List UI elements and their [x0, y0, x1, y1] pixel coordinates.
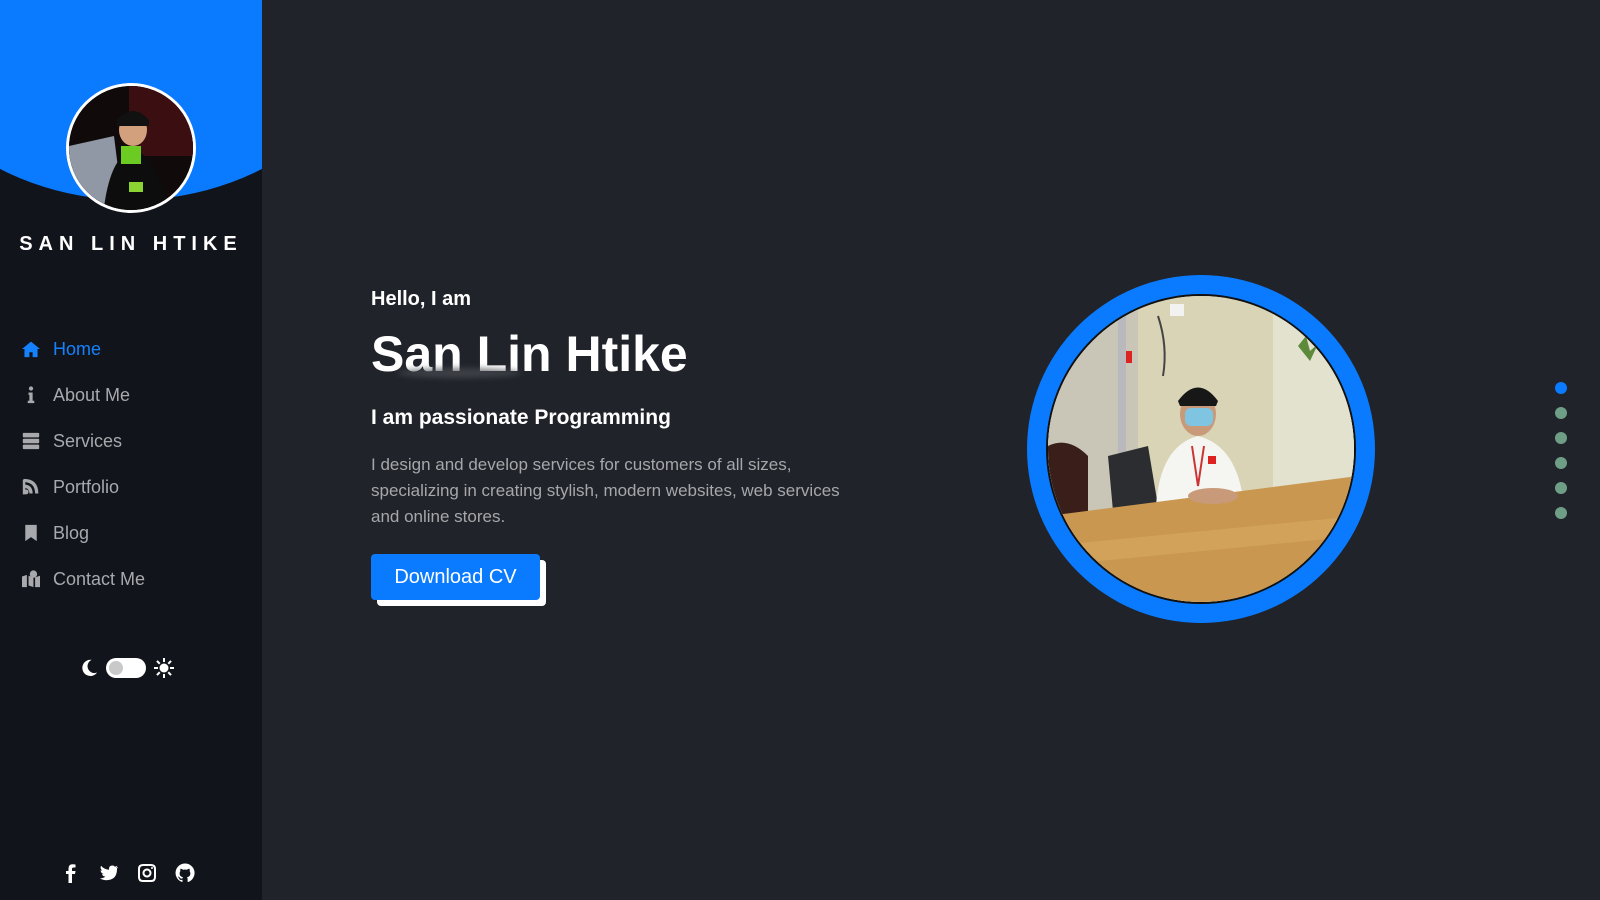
hero-tagline: I am passionate Programming — [371, 406, 671, 429]
info-icon — [20, 385, 42, 405]
moon-icon — [82, 659, 98, 677]
portrait-frame — [1027, 275, 1375, 623]
server-icon — [20, 431, 42, 451]
nav-item-services[interactable]: Services — [20, 418, 145, 464]
instagram-icon[interactable] — [136, 862, 158, 884]
twitter-icon[interactable] — [98, 862, 120, 884]
page-dot-1[interactable] — [1555, 382, 1567, 394]
theme-toggle — [80, 658, 174, 678]
nav-item-home[interactable]: Home — [20, 326, 145, 372]
nav-item-about[interactable]: About Me — [20, 372, 145, 418]
brand-title: SAN LIN HTIKE — [19, 233, 243, 255]
sidebar: SAN LIN HTIKE Home About Me Services Por… — [0, 0, 262, 900]
page-dot-5[interactable] — [1555, 482, 1567, 494]
social-links — [60, 862, 196, 884]
sidebar-nav: Home About Me Services Portfolio Blog Co… — [20, 326, 145, 602]
portrait-photo — [1046, 294, 1356, 604]
nav-label-home: Home — [53, 338, 102, 359]
page-indicator — [1555, 382, 1567, 519]
nav-item-contact[interactable]: Contact Me — [20, 556, 145, 602]
nav-label-blog: Blog — [53, 522, 90, 543]
nav-item-portfolio[interactable]: Portfolio — [20, 464, 145, 510]
blog-icon — [20, 477, 42, 497]
avatar — [66, 83, 196, 213]
bookmark-icon — [20, 523, 42, 543]
facebook-icon[interactable] — [60, 862, 82, 884]
home-icon — [20, 339, 42, 359]
github-icon[interactable] — [174, 862, 196, 884]
page-dot-6[interactable] — [1555, 507, 1567, 519]
hero-description: I design and develop services for custom… — [371, 455, 840, 526]
button-glow — [397, 368, 521, 378]
nav-label-portfolio: Portfolio — [53, 476, 120, 497]
nav-label-about: About Me — [53, 384, 131, 405]
nav-label-services: Services — [53, 430, 123, 451]
nav-item-blog[interactable]: Blog — [20, 510, 145, 556]
hero-section: Hello, I am San Lin Htike I am passionat… — [371, 288, 891, 606]
download-cv-wrapper: Download CV — [371, 554, 546, 606]
map-marked-icon — [20, 569, 42, 589]
hero-greeting: Hello, I am — [371, 288, 472, 310]
download-cv-button[interactable]: Download CV — [371, 554, 540, 600]
nav-label-contact: Contact Me — [53, 568, 146, 589]
page-dot-2[interactable] — [1555, 407, 1567, 419]
page-dot-4[interactable] — [1555, 457, 1567, 469]
page-dot-3[interactable] — [1555, 432, 1567, 444]
theme-switch-knob — [109, 661, 123, 675]
sun-icon — [154, 658, 174, 678]
theme-switch[interactable] — [106, 658, 146, 678]
